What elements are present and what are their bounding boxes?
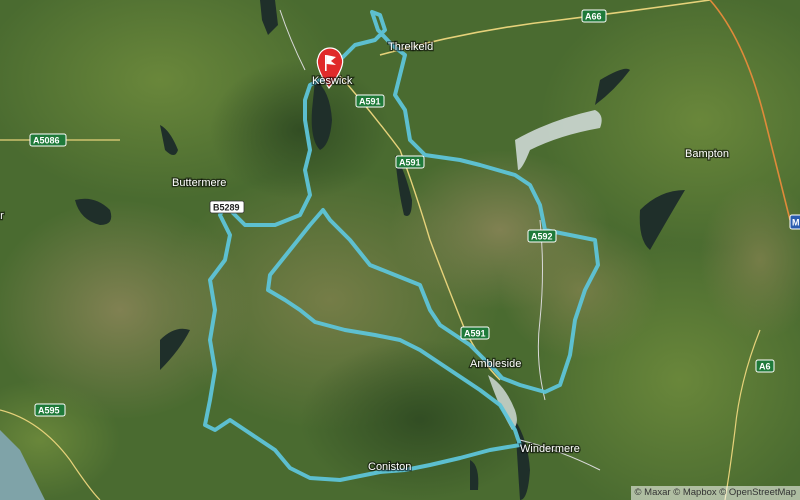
svg-text:A591: A591	[464, 329, 486, 339]
road-shield-a591: A591	[460, 326, 490, 340]
place-label-windermere: Windermere	[520, 443, 580, 455]
map-attribution[interactable]: © Maxar © Mapbox © OpenStreetMap	[630, 486, 800, 500]
svg-text:M: M	[792, 218, 800, 228]
svg-text:A591: A591	[359, 97, 381, 107]
place-label-coniston: Coniston	[368, 461, 411, 473]
map-view[interactable]: Keswick Threlkeld Buttermere Bampton Amb…	[0, 0, 800, 500]
svg-text:A591: A591	[399, 158, 421, 168]
road-shield-a591: A591	[355, 94, 385, 108]
road-shield-a5086: A5086	[29, 133, 67, 147]
svg-text:A592: A592	[531, 232, 553, 242]
place-label-buttermere: Buttermere	[172, 177, 226, 189]
road-shield-a6: A6	[755, 359, 775, 373]
road-shield-a66: A66	[581, 9, 607, 23]
place-label-threlkeld: Threlkeld	[388, 41, 433, 53]
place-label-ambleside: Ambleside	[470, 358, 521, 370]
road-shield-a591: A591	[395, 155, 425, 169]
map-canvas: Keswick Threlkeld Buttermere Bampton Amb…	[0, 0, 800, 500]
road-shield-a595: A595	[34, 403, 66, 417]
svg-text:A66: A66	[585, 12, 602, 22]
place-label-edge-left: or	[0, 210, 4, 222]
place-label-bampton: Bampton	[685, 148, 729, 160]
svg-text:A5086: A5086	[33, 136, 60, 146]
svg-text:A6: A6	[759, 362, 771, 372]
svg-text:B5289: B5289	[213, 203, 240, 213]
road-shield-b5289: B5289	[209, 200, 245, 214]
place-label-keswick: Keswick	[312, 75, 353, 87]
road-shield-motorway: M	[789, 214, 800, 230]
svg-text:A595: A595	[38, 406, 60, 416]
road-shield-a592: A592	[527, 229, 557, 243]
